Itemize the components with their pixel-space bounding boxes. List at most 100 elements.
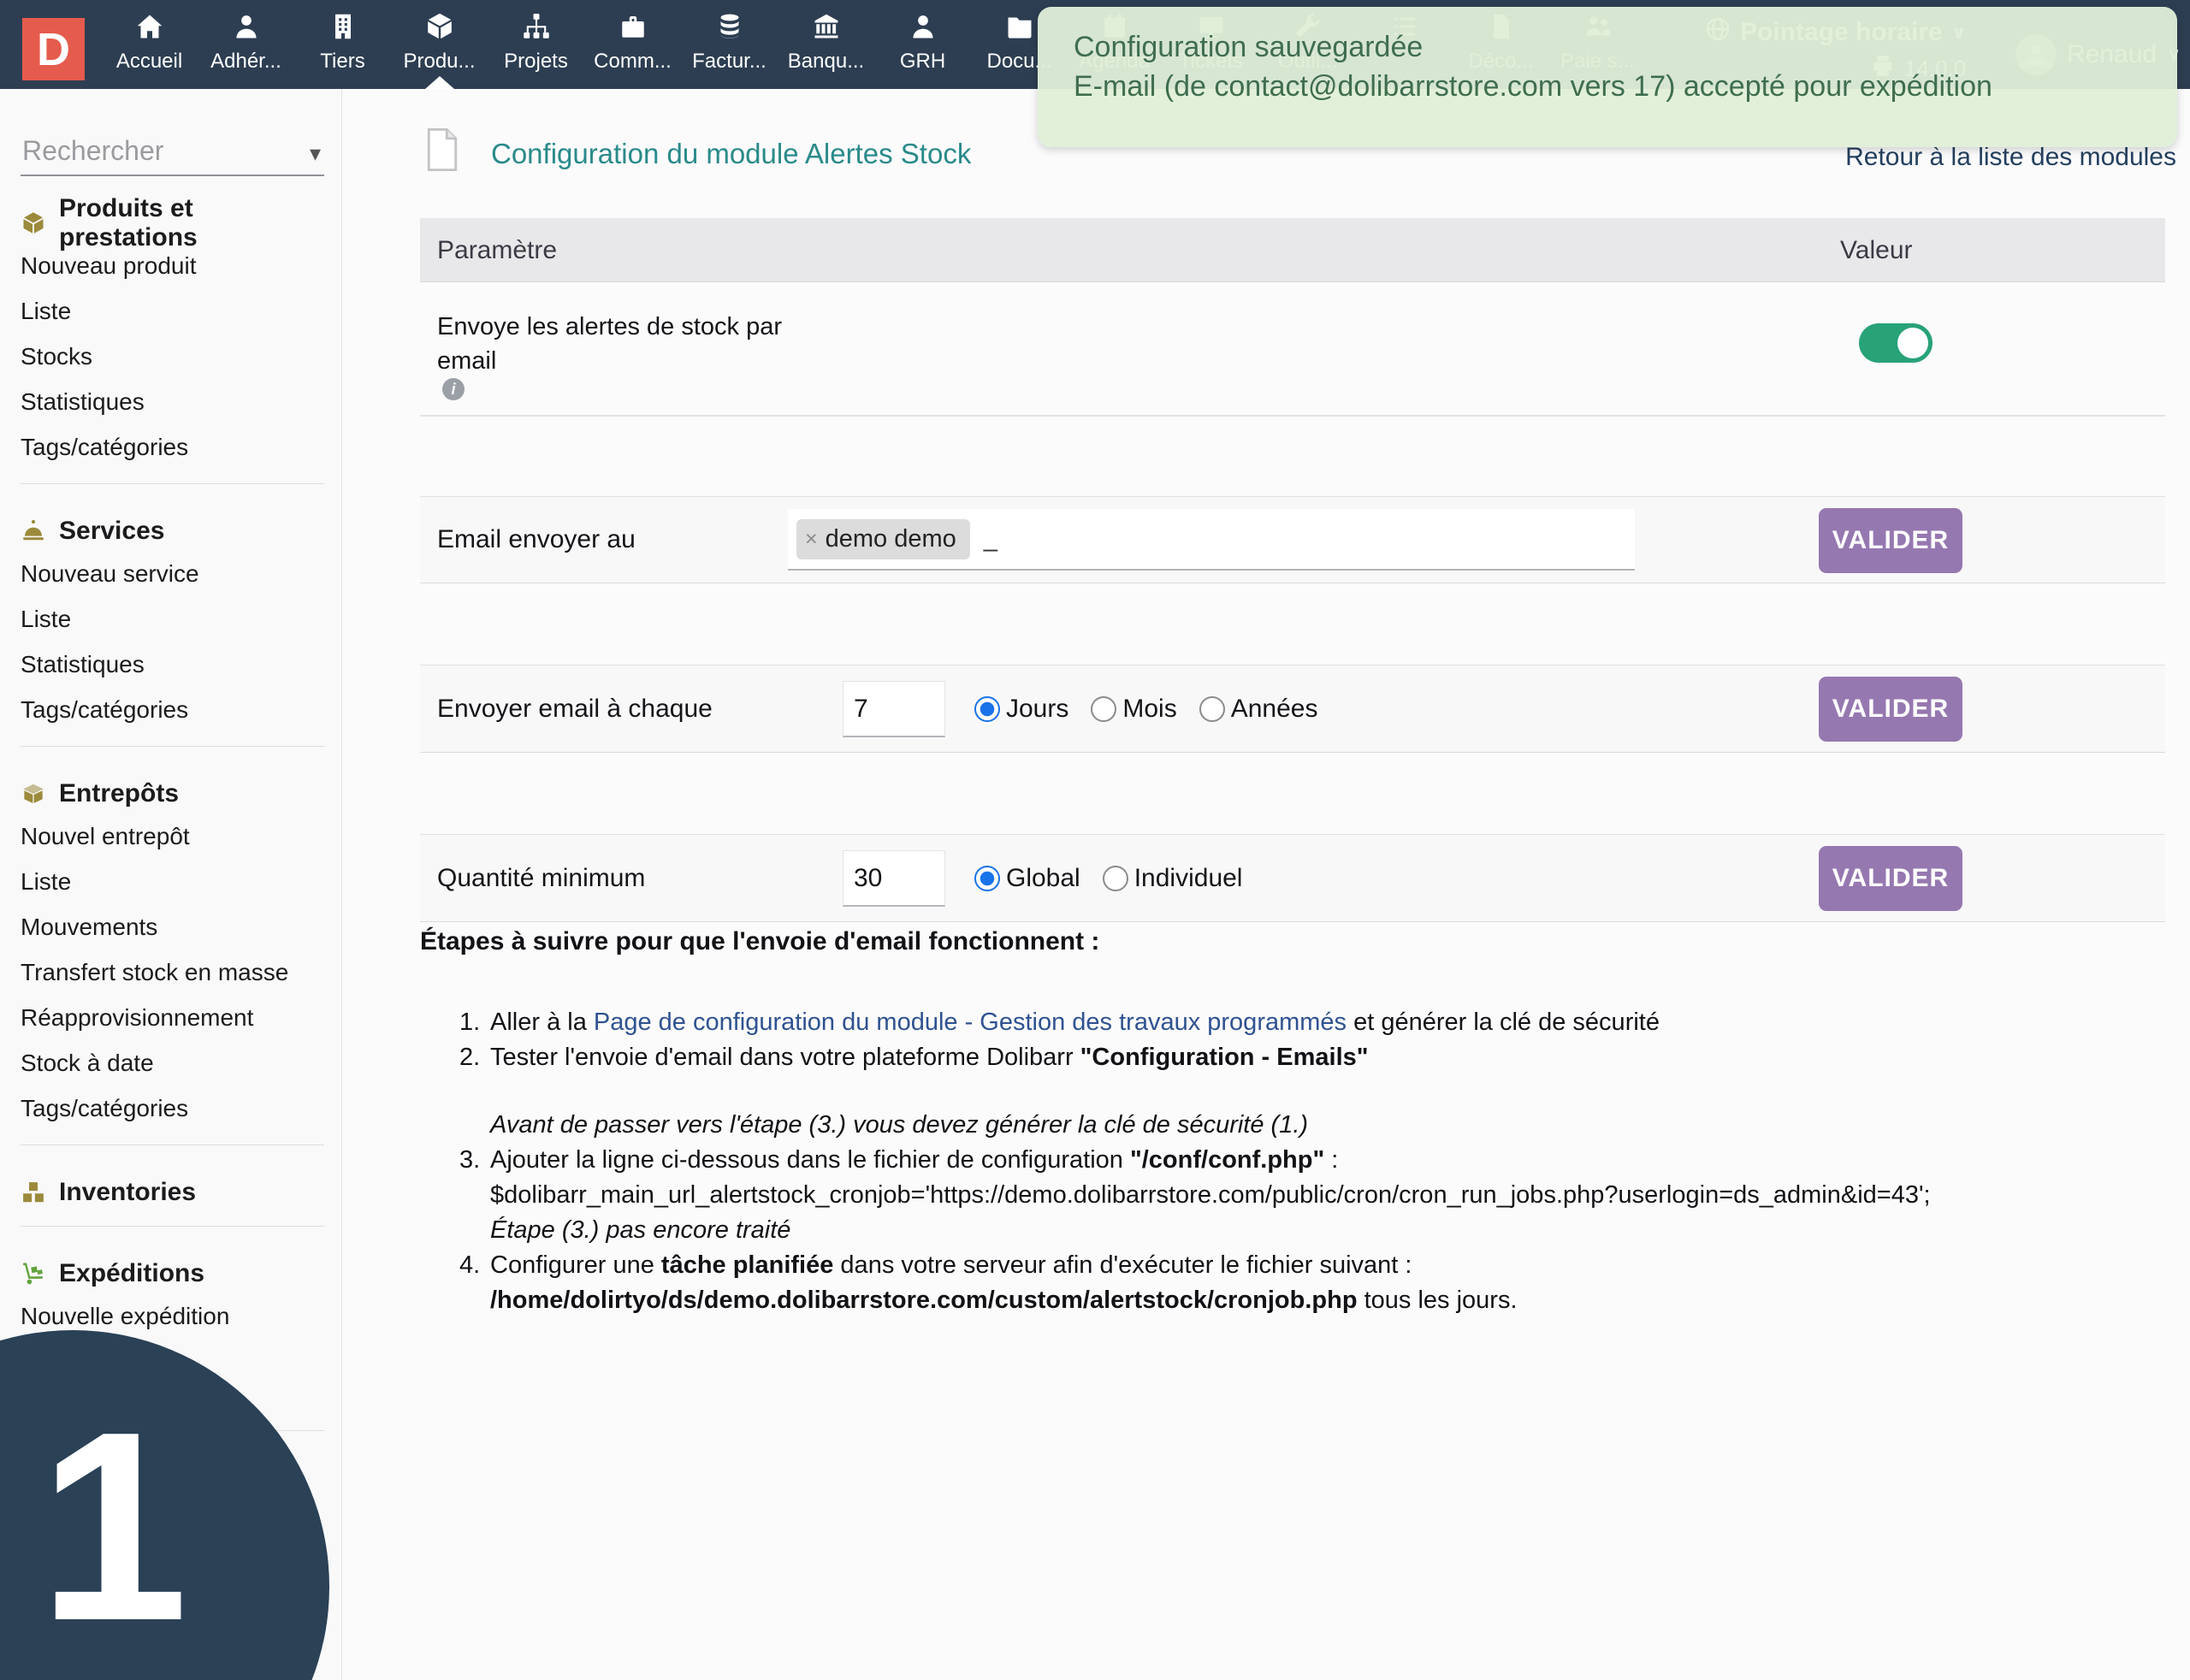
- sidebar-item-liste-services[interactable]: Liste: [21, 596, 333, 642]
- recipient-chip: × demo demo: [796, 519, 970, 559]
- sidebar-section-produits: Produits et prestations Nouveau produit …: [0, 204, 341, 470]
- topbar-item-commerce[interactable]: Comm...: [584, 0, 681, 89]
- parameters-table: Paramètre Valeur Envoye les alertes de s…: [420, 218, 2165, 923]
- dolibarr-app: D Accueil Adhér... Tiers Produ... Projet…: [0, 0, 2190, 1680]
- sidebar-item-transfert-stock[interactable]: Transfert stock en masse: [21, 949, 333, 995]
- text-cursor: _: [984, 525, 997, 553]
- cube-icon: [391, 11, 488, 47]
- steps-instructions: Étapes à suivre pour que l'envoie d'emai…: [420, 924, 2071, 1318]
- step-1: 1. Aller à la Page de configuration du m…: [459, 1005, 2071, 1040]
- bank-icon: [778, 11, 874, 47]
- quantity-scope-radios: Global Individuel: [974, 835, 1264, 921]
- sidebar-divider: [21, 483, 324, 484]
- row-label: Envoye les alertes de stock par email: [437, 310, 865, 378]
- radio-jours[interactable]: Jours: [974, 695, 1068, 724]
- tour-step-number: 1: [38, 1392, 188, 1661]
- sidebar-item-nouveau-service[interactable]: Nouveau service: [21, 551, 333, 596]
- sidebar-title-produits[interactable]: Produits et prestations: [21, 204, 333, 243]
- search-dropdown-caret-icon[interactable]: ▾: [310, 140, 321, 167]
- radio-annees[interactable]: Années: [1199, 695, 1318, 724]
- valider-button-email[interactable]: VALIDER: [1819, 508, 1962, 573]
- dolly-icon: [21, 1261, 46, 1287]
- step-3-status: Étape (3.) pas encore traité: [490, 1216, 790, 1244]
- frequency-value-input[interactable]: [843, 681, 945, 737]
- back-to-modules-link[interactable]: Retour à la liste des modules: [1845, 143, 2176, 172]
- box-open-icon: [21, 781, 46, 807]
- toast-notification: Configuration sauvegardée E-mail (de con…: [1038, 7, 2177, 147]
- boxes-icon: [21, 1180, 46, 1205]
- toast-line1: Configuration sauvegardée: [1074, 27, 2177, 67]
- info-icon[interactable]: i: [442, 378, 465, 400]
- step-4: 4. Configurer une tâche planifiée dans v…: [459, 1248, 2071, 1318]
- sidebar-item-nouvel-entrepot[interactable]: Nouvel entrepôt: [21, 813, 333, 859]
- radio-global[interactable]: Global: [974, 864, 1080, 893]
- sidebar-item-tags-services[interactable]: Tags/catégories: [21, 687, 333, 732]
- search-input[interactable]: Rechercher ▾: [21, 133, 324, 176]
- tour-step-badge: 1: [0, 1330, 329, 1680]
- suitcase-icon: [584, 11, 681, 47]
- topbar-item-banque[interactable]: Banqu...: [778, 0, 874, 89]
- remove-chip-icon[interactable]: ×: [805, 527, 818, 552]
- sidebar-item-tags-entrepots[interactable]: Tags/catégories: [21, 1085, 333, 1131]
- page-icon: [424, 127, 460, 177]
- radio-icon: [1091, 696, 1116, 722]
- table-row-email-envoyer-au: Email envoyer au × demo demo _ VALIDER: [420, 496, 2165, 583]
- sidebar-title-entrepots[interactable]: Entrepôts: [21, 774, 333, 813]
- sidebar-title-expeditions[interactable]: Expéditions: [21, 1254, 333, 1293]
- sidebar: Rechercher ▾ Produits et prestations Nou…: [0, 89, 342, 1680]
- sitemap-icon: [488, 11, 584, 47]
- frequency-unit-radios: Jours Mois Années: [974, 665, 1340, 752]
- sidebar-item-statistiques-produits[interactable]: Statistiques: [21, 379, 333, 424]
- radio-selected-icon: [974, 866, 1000, 891]
- sidebar-section-services: Services Nouveau service Liste Statistiq…: [0, 512, 341, 732]
- sidebar-section-expeditions: Expéditions Nouvelle expédition: [0, 1254, 341, 1339]
- sidebar-item-stocks[interactable]: Stocks: [21, 334, 333, 379]
- radio-icon: [1103, 866, 1128, 891]
- sidebar-section-inventories: Inventories: [0, 1173, 341, 1212]
- bell-cloche-icon: [21, 518, 46, 544]
- table-row-alertes-email: Envoye les alertes de stock par email i: [420, 282, 2165, 417]
- row-label: Quantité minimum: [437, 835, 645, 921]
- valider-button-quantite[interactable]: VALIDER: [1819, 846, 1962, 911]
- radio-selected-icon: [974, 696, 1000, 722]
- sidebar-item-stock-a-date[interactable]: Stock à date: [21, 1040, 333, 1085]
- cron-config-link[interactable]: Page de configuration du module - Gestio…: [594, 1009, 1347, 1036]
- sidebar-item-liste-produits[interactable]: Liste: [21, 288, 333, 334]
- topbar-menu: Accueil Adhér... Tiers Produ... Projets …: [101, 0, 1068, 89]
- page-title[interactable]: Configuration du module Alertes Stock: [491, 138, 971, 170]
- row-label: Envoyer email à chaque: [437, 665, 713, 752]
- sidebar-title-services[interactable]: Services: [21, 512, 333, 551]
- valider-button-frequence[interactable]: VALIDER: [1819, 677, 1962, 742]
- email-recipients-input[interactable]: × demo demo _: [788, 509, 1635, 571]
- table-row-quantite-minimum: Quantité minimum Global Individuel VALID…: [420, 834, 2165, 922]
- topbar-item-facturation[interactable]: Factur...: [681, 0, 778, 89]
- topbar-item-grh[interactable]: GRH: [874, 0, 971, 89]
- radio-icon: [1199, 696, 1225, 722]
- cube-icon: [21, 210, 46, 236]
- topbar-item-projets[interactable]: Projets: [488, 0, 584, 89]
- sidebar-title-inventories[interactable]: Inventories: [21, 1173, 333, 1212]
- radio-mois[interactable]: Mois: [1091, 695, 1176, 724]
- sidebar-item-tags-produits[interactable]: Tags/catégories: [21, 424, 333, 470]
- radio-individuel[interactable]: Individuel: [1103, 864, 1243, 893]
- user-tie-icon: [874, 11, 971, 47]
- dolibarr-logo[interactable]: D: [22, 18, 85, 80]
- sidebar-item-liste-entrepots[interactable]: Liste: [21, 859, 333, 904]
- column-header-valeur: Valeur: [1840, 218, 1913, 282]
- sidebar-item-mouvements[interactable]: Mouvements: [21, 904, 333, 949]
- table-row-frequence: Envoyer email à chaque Jours Mois Années…: [420, 665, 2165, 753]
- search-placeholder: Rechercher: [22, 135, 163, 167]
- sidebar-item-statistiques-services[interactable]: Statistiques: [21, 642, 333, 687]
- step-3: 3. Ajouter la ligne ci-dessous dans le f…: [459, 1143, 2071, 1248]
- step-note-securite: Avant de passer vers l'étape (3.) vous d…: [490, 1108, 2071, 1143]
- quantity-min-input[interactable]: [843, 850, 945, 907]
- sidebar-item-reapprovisionnement[interactable]: Réapprovisionnement: [21, 995, 333, 1040]
- topbar-item-tiers[interactable]: Tiers: [294, 0, 391, 89]
- topbar-item-accueil[interactable]: Accueil: [101, 0, 198, 89]
- topbar-item-produits[interactable]: Produ...: [391, 0, 488, 89]
- column-header-parametre: Paramètre: [437, 218, 557, 282]
- topbar-item-adherents[interactable]: Adhér...: [198, 0, 294, 89]
- building-icon: [294, 11, 391, 47]
- email-alerts-toggle[interactable]: [1859, 323, 1933, 363]
- cron-config-line: $dolibarr_main_url_alertstock_cronjob='h…: [490, 1181, 1931, 1209]
